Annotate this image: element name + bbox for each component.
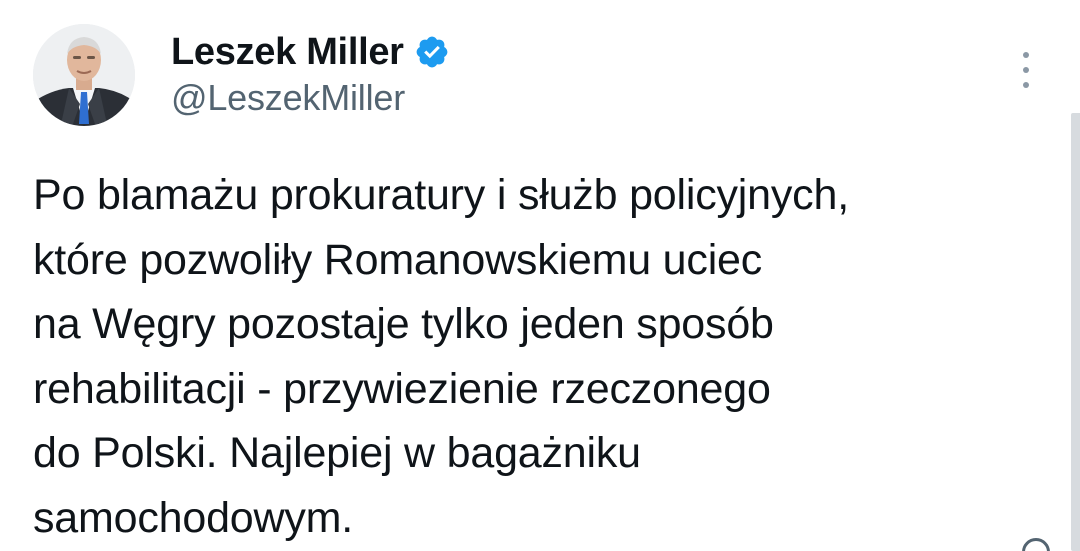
author-name-row: Leszek Miller [171,26,450,78]
tweet-text-line: samochodowym. [33,493,354,542]
tweet-text-line: na Węgry pozostaje tylko jeden sposób [33,300,774,348]
tweet-text: Po blamażu prokuratury i służb policyjny… [33,163,1043,550]
more-vertical-icon-dot [1023,82,1029,88]
tweet-text-line: do Polski. Najlepiej w bagażniku [33,429,641,477]
author-handle[interactable]: @LeszekMiller [171,80,405,116]
more-vertical-icon-dot [1023,67,1029,73]
avatar[interactable] [33,24,135,126]
tweet-text-line: rehabilitacji - przywiezienie rzeczonego [33,364,771,413]
display-name[interactable]: Leszek Miller [171,33,404,71]
profile-photo-avatar [33,24,135,126]
tweet-text-line: Po blamażu prokuratury i służb policyjny… [33,171,849,219]
more-options-button[interactable] [1008,48,1044,92]
tweet-card: Leszek Miller @LeszekMiller Po blamażu p… [0,0,1080,551]
more-vertical-icon [1023,52,1029,58]
verified-badge-icon [414,34,450,70]
scrollbar[interactable] [1071,113,1080,551]
tweet-text-line: które pozwoliły Romanowskiemu uciec [33,235,763,284]
